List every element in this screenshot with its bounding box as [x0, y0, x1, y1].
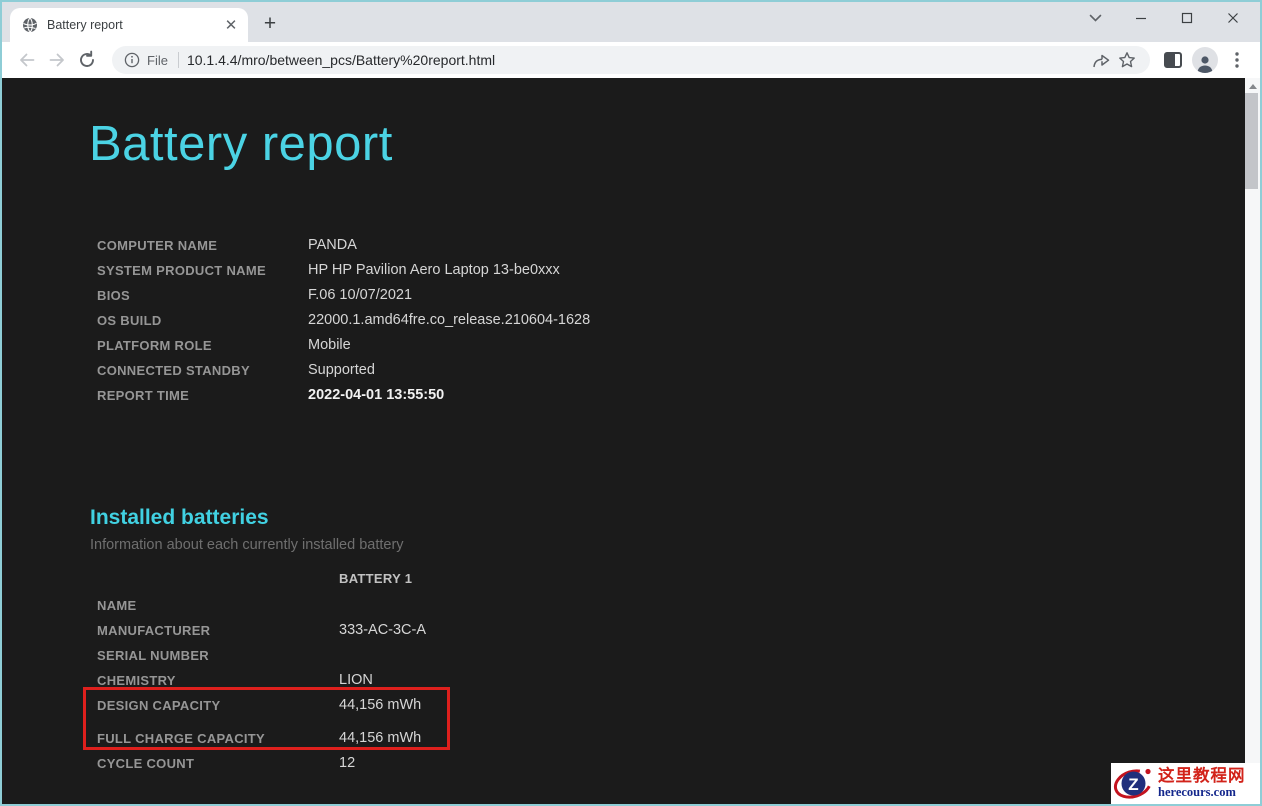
tab-title: Battery report	[47, 18, 123, 32]
table-row: REPORT TIME 2022-04-01 13:55:50	[2, 385, 902, 410]
watermark-logo-letter: Z	[1128, 775, 1138, 794]
info-label: CYCLE COUNT	[97, 756, 195, 771]
close-button[interactable]	[1210, 3, 1256, 33]
url-scheme-label: File	[147, 52, 168, 68]
table-row: SYSTEM PRODUCT NAME HP HP Pavilion Aero …	[2, 260, 902, 285]
info-value: Supported	[308, 362, 375, 378]
info-value: HP HP Pavilion Aero Laptop 13-be0xxx	[308, 262, 560, 278]
red-highlight-annotation	[83, 687, 450, 750]
scrollbar[interactable]	[1245, 78, 1260, 804]
info-label: COMPUTER NAME	[97, 238, 218, 253]
new-tab-button[interactable]: +	[256, 10, 284, 38]
watermark-site-domain: herecours.com	[1158, 785, 1236, 800]
system-info-table: COMPUTER NAME PANDA SYSTEM PRODUCT NAME …	[2, 235, 902, 410]
watermark-text: 这里教程网 herecours.com	[1158, 766, 1246, 800]
window-controls	[1072, 2, 1256, 34]
info-value: LION	[339, 672, 373, 688]
page-title: Battery report	[89, 117, 393, 171]
globe-icon	[23, 17, 37, 33]
share-icon[interactable]	[1088, 47, 1114, 73]
info-value: Mobile	[308, 337, 351, 353]
table-row: NAME	[2, 595, 902, 620]
info-label: NAME	[97, 598, 137, 613]
watermark-logo: Z	[1113, 768, 1153, 799]
kebab-menu-icon[interactable]	[1222, 45, 1252, 75]
info-label: PLATFORM ROLE	[97, 338, 212, 353]
info-label: SERIAL NUMBER	[97, 648, 210, 663]
info-value: 2022-04-01 13:55:50	[308, 387, 445, 403]
tab-close-icon[interactable]: ✕	[222, 16, 240, 34]
table-row: COMPUTER NAME PANDA	[2, 235, 902, 260]
maximize-button[interactable]	[1164, 3, 1210, 33]
avatar[interactable]	[1192, 47, 1218, 73]
table-row: CONNECTED STANDBY Supported	[2, 360, 902, 385]
table-row: OS BUILD 22000.1.amd64fre.co_release.210…	[2, 310, 902, 335]
battery-column-header: BATTERY 1	[339, 571, 413, 586]
forward-button[interactable]	[42, 45, 72, 75]
browser-window: Battery report ✕ + File 10.1.4.4/mro/bet…	[0, 0, 1262, 806]
tab-strip: Battery report ✕ +	[2, 2, 1260, 42]
info-value: 333-AC-3C-A	[339, 622, 427, 638]
info-value: 22000.1.amd64fre.co_release.210604-1628	[308, 312, 591, 328]
page-content: Battery report COMPUTER NAME PANDA SYSTE…	[2, 78, 1260, 804]
reload-button[interactable]	[72, 45, 102, 75]
scrollbar-thumb[interactable]	[1245, 93, 1258, 189]
scroll-up-arrow-icon[interactable]	[1248, 84, 1257, 89]
info-value: PANDA	[308, 237, 357, 253]
info-icon[interactable]	[124, 52, 140, 68]
back-button[interactable]	[12, 45, 42, 75]
info-value: 12	[339, 755, 356, 771]
table-row: MANUFACTURER 333-AC-3C-A	[2, 620, 902, 645]
section-subtitle: Information about each currently install…	[90, 537, 404, 553]
table-row: BIOS F.06 10/07/2021	[2, 285, 902, 310]
table-row: CYCLE COUNT 12	[2, 753, 902, 778]
tab-search-chevron-icon[interactable]	[1072, 3, 1118, 33]
bookmark-star-icon[interactable]	[1114, 47, 1140, 73]
minimize-button[interactable]	[1118, 3, 1164, 33]
info-label: BIOS	[97, 288, 130, 303]
browser-tab[interactable]: Battery report ✕	[10, 8, 248, 42]
address-bar[interactable]: File 10.1.4.4/mro/between_pcs/Battery%20…	[112, 46, 1150, 74]
info-value: F.06 10/07/2021	[308, 287, 413, 303]
table-row: SERIAL NUMBER	[2, 645, 902, 670]
info-label: MANUFACTURER	[97, 623, 211, 638]
side-panel-icon[interactable]	[1158, 45, 1188, 75]
omnibox-separator	[177, 52, 179, 68]
info-label: REPORT TIME	[97, 388, 190, 403]
info-label: CHEMISTRY	[97, 673, 176, 688]
section-heading-installed-batteries: Installed batteries	[90, 506, 269, 529]
info-label: OS BUILD	[97, 313, 162, 328]
info-label: CONNECTED STANDBY	[97, 363, 250, 378]
url-text[interactable]: 10.1.4.4/mro/between_pcs/Battery%20repor…	[187, 52, 1088, 68]
table-row: PLATFORM ROLE Mobile	[2, 335, 902, 360]
watermark: Z 这里教程网 herecours.com	[1111, 763, 1260, 804]
watermark-site-name: 这里教程网	[1158, 766, 1246, 785]
browser-toolbar: File 10.1.4.4/mro/between_pcs/Battery%20…	[2, 42, 1260, 78]
info-label: SYSTEM PRODUCT NAME	[97, 263, 266, 278]
